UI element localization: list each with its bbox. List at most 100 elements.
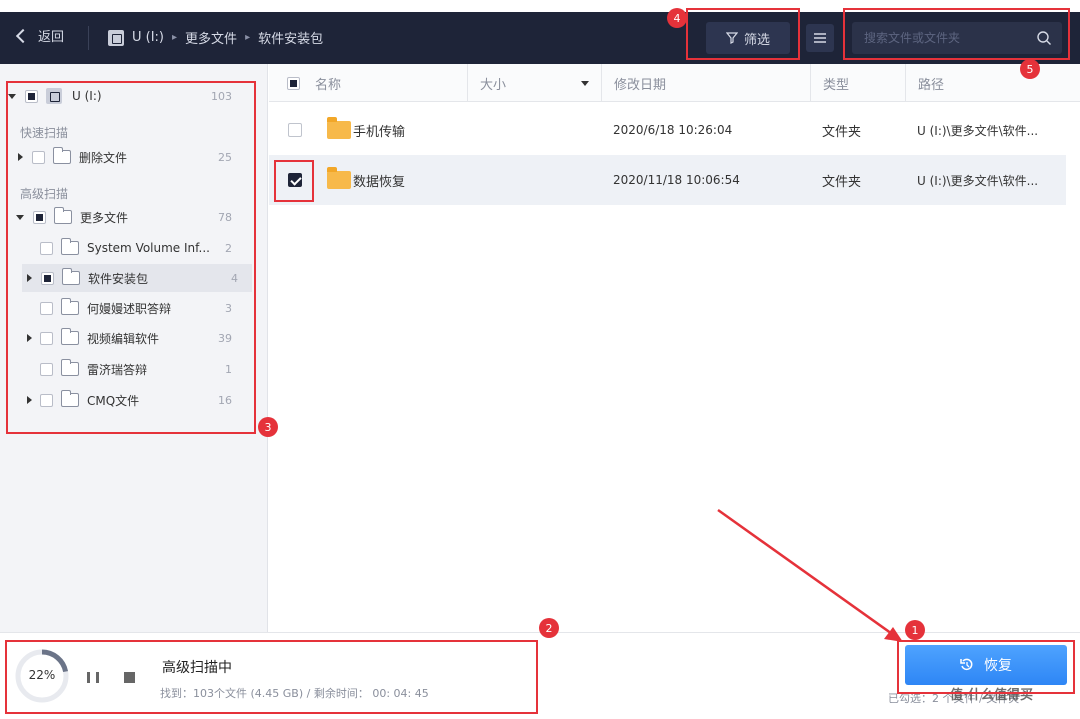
column-header-modified[interactable]: 修改日期 [601, 64, 810, 102]
row-checkbox[interactable] [288, 173, 302, 187]
tree-checkbox[interactable] [40, 331, 53, 345]
pause-icon [87, 672, 90, 683]
expand-icon[interactable] [27, 334, 32, 342]
folder-icon [53, 147, 71, 164]
chevron-right-icon: ▸ [245, 32, 251, 43]
filter-icon [725, 32, 738, 44]
tree-item-video-editing[interactable]: 视频编辑软件 39 [0, 324, 268, 352]
tree-label: U (I:) [72, 89, 102, 103]
section-label-quick-scan: 快速扫描 [20, 126, 69, 140]
tree-count: 1 [225, 362, 232, 376]
scan-status-info: 找到：103个文件 (4.45 GB) / 剩余时间： 00: 04: 45 [160, 687, 429, 700]
recover-button[interactable]: 恢复 [905, 645, 1067, 685]
pause-button[interactable] [87, 672, 99, 684]
folder-tree-panel: U (I:) 103 快速扫描 删除文件 25 高级扫描 更多文件 78 Sys… [0, 64, 268, 632]
row-checkbox[interactable] [288, 123, 302, 137]
collapse-icon[interactable] [16, 214, 24, 220]
search-icon[interactable] [1036, 30, 1052, 46]
expand-icon[interactable] [27, 274, 32, 282]
column-header-name[interactable]: 名称 [303, 64, 467, 102]
file-name: 数据恢复 [353, 174, 406, 190]
back-button[interactable]: 返回 [15, 26, 65, 45]
expand-icon[interactable] [18, 153, 23, 161]
tree-count: 4 [231, 271, 238, 285]
drive-icon [108, 29, 124, 46]
search-box [852, 22, 1062, 54]
tree-item-deleted[interactable]: 删除文件 25 [0, 143, 268, 171]
annotation-badge: 4 [667, 8, 687, 28]
tree-checkbox[interactable] [40, 393, 53, 407]
folder-icon [61, 390, 79, 407]
tree-item-root[interactable]: U (I:) 103 [0, 82, 268, 110]
folder-icon [61, 359, 79, 376]
annotation-badge: 5 [1020, 59, 1040, 79]
tree-item-software-installers[interactable]: 软件安装包 4 [22, 264, 252, 292]
tree-item-lei-defense[interactable]: 雷济瑞答辩 1 [0, 355, 268, 383]
filter-button[interactable]: 筛选 [706, 22, 790, 54]
column-header-size-label: 大小 [480, 77, 507, 93]
scan-progress-label: 22% [28, 668, 56, 682]
select-all-checkbox[interactable] [287, 76, 300, 90]
column-header-type[interactable]: 类型 [810, 64, 905, 102]
back-label: 返回 [38, 30, 65, 45]
drive-icon [46, 88, 62, 104]
file-path: U (I:)\更多文件\软件... [917, 123, 1039, 138]
table-row[interactable]: 手机传输 2020/6/18 10:26:04 文件夹 U (I:)\更多文件\… [269, 105, 1066, 155]
expand-icon[interactable] [27, 396, 32, 404]
annotation-badge: 1 [905, 620, 925, 640]
select-all-cell [269, 64, 303, 102]
folder-icon [61, 298, 79, 315]
search-input[interactable] [864, 31, 1024, 45]
tree-label: 更多文件 [80, 210, 129, 225]
annotation-badge: 2 [539, 618, 559, 638]
tree-count: 25 [218, 150, 232, 164]
column-header-size[interactable]: 大小 [467, 64, 601, 102]
tree-item-system-volume[interactable]: System Volume Inf... 2 [0, 234, 268, 262]
folder-icon [327, 117, 351, 139]
file-type: 文件夹 [822, 124, 862, 140]
recover-label: 恢复 [984, 658, 1012, 674]
folder-icon [54, 207, 72, 224]
tree-label: 软件安装包 [88, 271, 149, 286]
stop-button[interactable] [124, 672, 135, 683]
tree-checkbox[interactable] [33, 210, 46, 224]
filter-label: 筛选 [743, 32, 770, 48]
tree-count: 78 [218, 210, 232, 224]
tree-label: 删除文件 [79, 150, 128, 165]
breadcrumb-item-more-files[interactable]: 更多文件 [185, 28, 237, 47]
tree-count: 2 [225, 241, 232, 255]
folder-icon [327, 167, 351, 189]
tree-label: 雷济瑞答辩 [87, 362, 148, 377]
folder-icon [62, 268, 80, 285]
file-type: 文件夹 [822, 174, 862, 190]
scan-status-title: 高级扫描中 [162, 660, 232, 676]
file-modified: 2020/11/18 10:06:54 [613, 173, 740, 187]
tree-checkbox[interactable] [40, 301, 53, 315]
tree-checkbox[interactable] [40, 362, 53, 376]
list-view-button[interactable] [806, 24, 834, 52]
collapse-icon[interactable] [8, 93, 16, 99]
top-bar: 返回 U (I:) ▸ 更多文件 ▸ 软件安装包 筛选 [0, 0, 1080, 64]
tree-label: 视频编辑软件 [87, 331, 160, 346]
folder-icon [61, 328, 79, 345]
tree-count: 39 [218, 331, 232, 345]
tree-checkbox[interactable] [32, 150, 45, 164]
tree-item-he-defense[interactable]: 何嫚嫚述职答辩 3 [0, 294, 268, 322]
file-name: 手机传输 [353, 124, 406, 140]
tree-item-more-files[interactable]: 更多文件 78 [0, 203, 268, 231]
tree-checkbox[interactable] [41, 271, 54, 285]
tree-checkbox[interactable] [25, 89, 38, 103]
tree-checkbox[interactable] [40, 241, 53, 255]
file-modified: 2020/6/18 10:26:04 [613, 123, 733, 137]
watermark: 值·什么值得买 [950, 688, 1033, 703]
file-table-header: 名称 大小 修改日期 类型 路径 [269, 64, 1080, 102]
tree-count: 103 [211, 89, 232, 103]
tree-item-cmq[interactable]: CMQ文件 16 [0, 386, 268, 414]
column-header-path[interactable]: 路径 [905, 64, 1080, 102]
annotation-badge: 3 [258, 417, 278, 437]
chevron-right-icon: ▸ [172, 32, 178, 43]
tree-label: CMQ文件 [87, 393, 140, 408]
breadcrumb-item-drive[interactable]: U (I:) [132, 30, 164, 45]
breadcrumb-item-current[interactable]: 软件安装包 [258, 28, 323, 47]
table-row[interactable]: 数据恢复 2020/11/18 10:06:54 文件夹 U (I:)\更多文件… [269, 155, 1066, 205]
